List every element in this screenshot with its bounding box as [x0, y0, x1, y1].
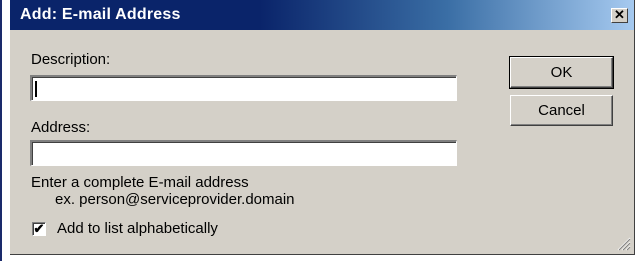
close-icon: ✕	[614, 7, 625, 22]
background-window-edge-inner	[2, 0, 10, 261]
hint-text: Enter a complete E-mail address	[31, 174, 249, 191]
hint-example: ex. person@serviceprovider.domain	[55, 191, 295, 208]
address-field[interactable]	[30, 140, 457, 166]
add-email-dialog: Add: E-mail Address ✕ Description: Addre…	[10, 0, 635, 255]
close-button[interactable]: ✕	[611, 8, 628, 23]
check-icon: ✔	[33, 221, 45, 236]
dialog-titlebar[interactable]: Add: E-mail Address ✕	[10, 0, 634, 30]
resize-grip-icon[interactable]	[617, 237, 631, 251]
description-field[interactable]	[30, 75, 457, 101]
ok-button[interactable]: OK	[509, 56, 614, 89]
screen: Add: E-mail Address ✕ Description: Addre…	[0, 0, 638, 261]
dialog-title: Add: E-mail Address	[20, 6, 181, 23]
address-label: Address:	[31, 119, 91, 136]
alphabetical-checkbox[interactable]: ✔	[32, 222, 46, 236]
alphabetical-checkbox-label[interactable]: Add to list alphabetically	[57, 220, 218, 237]
description-label: Description:	[31, 51, 111, 68]
cancel-button[interactable]: Cancel	[510, 95, 613, 126]
background-window-edge	[0, 0, 10, 261]
text-caret	[35, 81, 37, 97]
